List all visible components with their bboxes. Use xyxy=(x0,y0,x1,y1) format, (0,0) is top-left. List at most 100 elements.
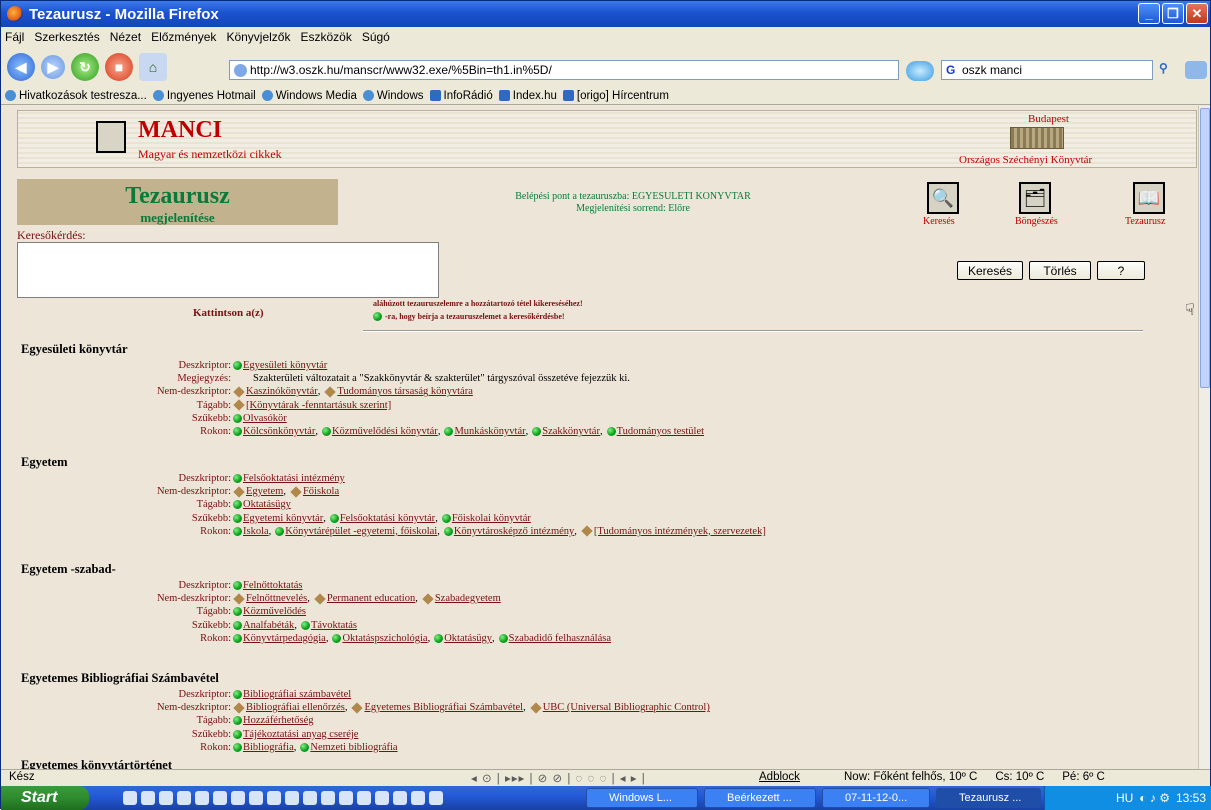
bookmark-item[interactable]: Windows xyxy=(362,90,424,102)
green-dot-icon[interactable] xyxy=(233,607,242,617)
thesaurus-link[interactable]: [Könyvtárak -fenntartásuk szerint] xyxy=(246,399,391,412)
help-button[interactable]: ? xyxy=(1097,261,1145,280)
menu-help[interactable]: Súgó xyxy=(362,30,390,44)
thesaurus-link[interactable]: Tudományos társaság könyvtára xyxy=(337,385,473,398)
bookmark-item[interactable]: Ingyenes Hotmail xyxy=(152,90,256,102)
green-dot-icon[interactable] xyxy=(233,716,242,726)
green-dot-icon[interactable] xyxy=(233,690,242,699)
diamond-icon[interactable] xyxy=(324,386,337,398)
green-dot-icon[interactable] xyxy=(233,620,242,630)
vertical-scrollbar[interactable] xyxy=(1198,106,1210,769)
thesaurus-link[interactable]: Nemzeti bibliográfia xyxy=(310,741,397,754)
green-dot-icon[interactable] xyxy=(606,427,616,436)
go-icon[interactable] xyxy=(906,61,934,81)
green-dot-icon[interactable] xyxy=(233,413,242,423)
adblock-link[interactable]: Adblock xyxy=(759,771,800,783)
quicklaunch-icon[interactable] xyxy=(393,791,407,805)
diamond-icon[interactable] xyxy=(233,593,245,605)
menu-tools[interactable]: Eszközök xyxy=(300,30,351,44)
thesaurus-link[interactable]: Iskola xyxy=(243,525,269,538)
thesaurus-link[interactable]: Tudományos testület xyxy=(617,425,704,438)
thesaurus-link[interactable]: Oktatáspszichológia xyxy=(342,632,427,645)
thesaurus-link[interactable]: Könyvtárosképző intézmény xyxy=(454,525,574,538)
thesaurus-link[interactable]: Tájékoztatási anyag cseréje xyxy=(243,728,358,741)
green-dot-icon[interactable] xyxy=(233,729,242,739)
thesaurus-link[interactable]: Permanent education xyxy=(327,592,415,605)
home-icon[interactable]: ⌂ xyxy=(139,53,167,81)
diamond-icon[interactable] xyxy=(233,486,245,498)
browse-link[interactable]: Böngészés xyxy=(1015,216,1058,227)
thesaurus-link[interactable]: Felsőoktatási intézmény xyxy=(243,472,345,485)
green-dot-icon[interactable] xyxy=(233,474,242,483)
green-dot-icon[interactable] xyxy=(498,633,508,643)
thesaurus-link[interactable]: Felsőoktatási könyvtár xyxy=(340,512,435,525)
thesaurus-link[interactable]: Szabadegyetem xyxy=(435,592,501,605)
maximize-button[interactable]: ❐ xyxy=(1162,3,1184,24)
quicklaunch-icon[interactable] xyxy=(411,791,425,805)
diamond-icon[interactable] xyxy=(233,702,245,714)
green-dot-icon[interactable] xyxy=(233,513,242,523)
thesaurus-link[interactable]: Közművelődés xyxy=(243,605,306,618)
bookmark-item[interactable]: Index.hu xyxy=(498,90,557,102)
green-dot-icon[interactable] xyxy=(332,633,342,643)
quicklaunch-icon[interactable] xyxy=(267,791,281,805)
thesaurus-link[interactable]: Egyetemes Bibliográfiai Számbavétel xyxy=(364,701,523,714)
book-icon[interactable]: 📖 xyxy=(1133,182,1165,214)
thesaurus-link[interactable]: Egyetem xyxy=(246,485,283,498)
thesaurus-link[interactable]: Bibliográfia xyxy=(243,741,294,754)
quicklaunch-icon[interactable] xyxy=(303,791,317,805)
bookmark-item[interactable]: [origo] Hírcentrum xyxy=(562,90,669,102)
clear-button[interactable]: Törlés xyxy=(1029,261,1091,280)
diamond-icon[interactable] xyxy=(581,525,593,537)
bookmark-item[interactable]: InfoRádió xyxy=(429,90,493,102)
thesaurus-link[interactable]: Felnőttoktatás xyxy=(243,579,303,592)
quicklaunch-icon[interactable] xyxy=(177,791,191,805)
search-input[interactable]: G oszk manci xyxy=(941,60,1153,80)
thesaurus-link[interactable]: Könyvtárpedagógia xyxy=(243,632,326,645)
bookmark-item[interactable]: Windows Media xyxy=(261,90,357,102)
query-textarea[interactable] xyxy=(17,242,439,298)
green-dot-icon[interactable] xyxy=(233,633,242,643)
card-catalog-icon[interactable]: 🗂 xyxy=(1019,182,1051,214)
quicklaunch-icon[interactable] xyxy=(375,791,389,805)
thesaurus-link[interactable]: Könyvtárépület -egyetemi, főiskolai xyxy=(285,525,437,538)
green-dot-icon[interactable] xyxy=(233,742,242,752)
diamond-icon[interactable] xyxy=(290,486,302,498)
green-dot-icon[interactable] xyxy=(233,526,242,536)
thesaurus-link[interactable]: Főiskolai könyvtár xyxy=(452,512,531,525)
quicklaunch-icon[interactable] xyxy=(249,791,263,805)
quicklaunch-icon[interactable] xyxy=(123,791,137,805)
diamond-icon[interactable] xyxy=(530,702,542,714)
back-arrow-icon[interactable]: ◀ xyxy=(7,53,35,81)
thesaurus-link[interactable]: Tezaurusz xyxy=(1125,216,1165,227)
thesaurus-link[interactable]: Egyesületi könyvtár xyxy=(243,359,327,372)
task-windows-live[interactable]: Windows L... xyxy=(586,788,698,808)
quicklaunch-icon[interactable] xyxy=(213,791,227,805)
thesaurus-link[interactable]: Főiskola xyxy=(303,485,339,498)
reload-icon[interactable]: ↻ xyxy=(71,53,99,81)
language-indicator[interactable]: HU xyxy=(1116,791,1133,805)
quicklaunch-icon[interactable] xyxy=(285,791,299,805)
green-dot-icon[interactable] xyxy=(275,526,285,536)
task-tezaurusz[interactable]: Tezaurusz ... xyxy=(936,788,1041,808)
minimize-button[interactable]: _ xyxy=(1138,3,1160,24)
stop-icon[interactable]: ■ xyxy=(105,53,133,81)
magnifier-icon[interactable]: 🔍 xyxy=(927,182,959,214)
menu-file[interactable]: Fájl xyxy=(5,30,24,44)
quicklaunch-icon[interactable] xyxy=(159,791,173,805)
thesaurus-link[interactable]: Oktatásügy xyxy=(243,498,291,511)
green-dot-icon[interactable] xyxy=(441,513,451,523)
thesaurus-link[interactable]: Egyetemi könyvtár xyxy=(243,512,323,525)
start-button[interactable]: Start xyxy=(1,786,89,810)
thesaurus-link[interactable]: Bibliográfiai ellenőrzés xyxy=(246,701,345,714)
thesaurus-link[interactable]: Analfabéták xyxy=(243,619,294,632)
diamond-icon[interactable] xyxy=(351,702,364,714)
menu-bookmarks[interactable]: Könyvjelzők xyxy=(226,30,290,44)
scrollbar-thumb[interactable] xyxy=(1200,108,1210,388)
green-dot-icon[interactable] xyxy=(233,581,242,590)
thesaurus-link[interactable]: Hozzáférhetőség xyxy=(243,714,314,727)
thesaurus-link[interactable]: Kaszinókönyvtár xyxy=(246,385,318,398)
task-document[interactable]: 07-11-12-0... xyxy=(822,788,930,808)
green-dot-icon[interactable] xyxy=(233,361,242,370)
quicklaunch-icon[interactable] xyxy=(141,791,155,805)
